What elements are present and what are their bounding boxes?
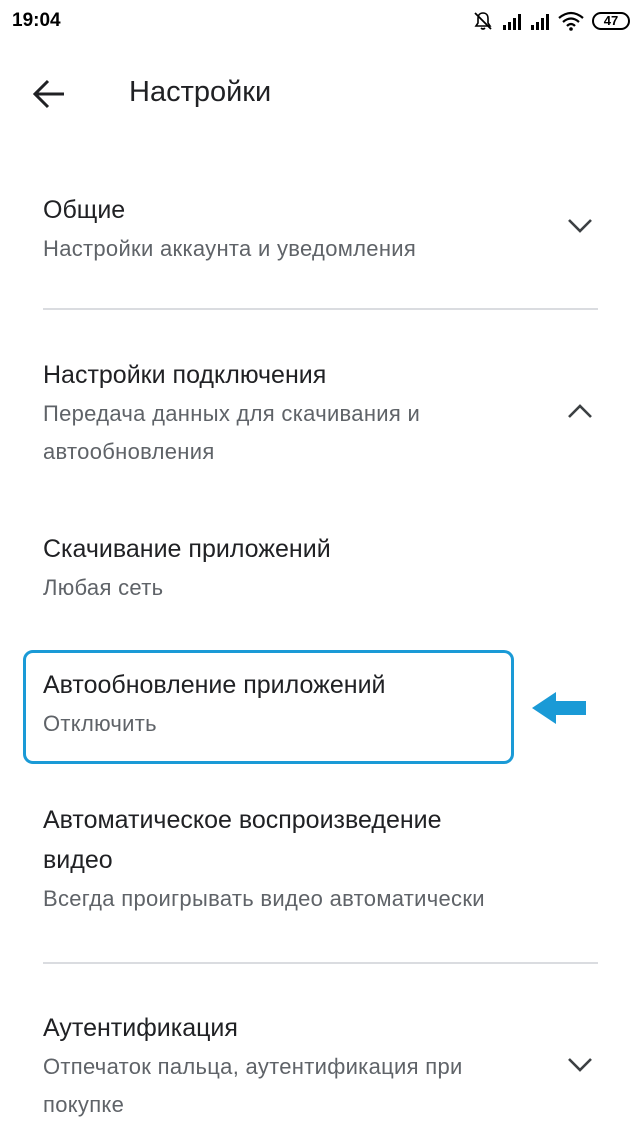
general-title: Общие <box>43 196 126 224</box>
auto-update-title: Автообновление приложений <box>43 671 386 699</box>
network-title: Настройки подключения <box>43 361 327 389</box>
auto-update-value: Отключить <box>43 711 157 736</box>
auth-section[interactable]: Аутентификация Отпечаток пальца, аутенти… <box>43 1008 563 1124</box>
app-bar: Настройки <box>0 60 640 126</box>
divider <box>43 962 598 964</box>
network-subtitle-line2: автообновления <box>43 439 215 464</box>
autoplay-title-line2: видео <box>43 846 113 874</box>
wifi-icon <box>558 11 584 31</box>
app-download-value: Любая сеть <box>43 575 164 600</box>
autoplay-title-line1: Автоматическое воспроизведение <box>43 806 442 834</box>
autoplay-value: Всегда проигрывать видео автоматически <box>43 886 485 911</box>
divider <box>43 308 598 310</box>
chevron-down-icon[interactable] <box>565 210 595 240</box>
network-section[interactable]: Настройки подключения Передача данных дл… <box>43 355 563 471</box>
chevron-down-icon[interactable] <box>565 1049 595 1079</box>
status-time: 19:04 <box>12 10 61 31</box>
back-button[interactable] <box>26 74 72 114</box>
status-icons: 47 <box>472 9 630 33</box>
autoplay-item[interactable]: Автоматическое воспроизведение видео Все… <box>43 800 563 918</box>
battery-icon: 47 <box>592 12 630 30</box>
general-subtitle: Настройки аккаунта и уведомления <box>43 236 417 261</box>
mute-icon <box>472 10 494 32</box>
auto-update-item[interactable]: Автообновление приложений Отключить <box>43 665 563 743</box>
general-section[interactable]: Общие Настройки аккаунта и уведомления <box>43 190 563 268</box>
signal-icon <box>530 11 550 31</box>
auth-subtitle-line1: Отпечаток пальца, аутентификация при <box>43 1054 463 1079</box>
arrow-left-icon <box>32 79 64 109</box>
auth-subtitle-line2: покупке <box>43 1092 125 1117</box>
page-title: Настройки <box>129 76 272 108</box>
signal-icon <box>502 11 522 31</box>
status-bar: 19:04 47 <box>0 0 640 44</box>
app-download-item[interactable]: Скачивание приложений Любая сеть <box>43 529 563 607</box>
network-subtitle-line1: Передача данных для скачивания и <box>43 401 421 426</box>
pointer-arrow-icon <box>530 688 590 728</box>
chevron-up-icon[interactable] <box>565 396 595 426</box>
app-download-title: Скачивание приложений <box>43 535 331 563</box>
auth-title: Аутентификация <box>43 1014 238 1042</box>
